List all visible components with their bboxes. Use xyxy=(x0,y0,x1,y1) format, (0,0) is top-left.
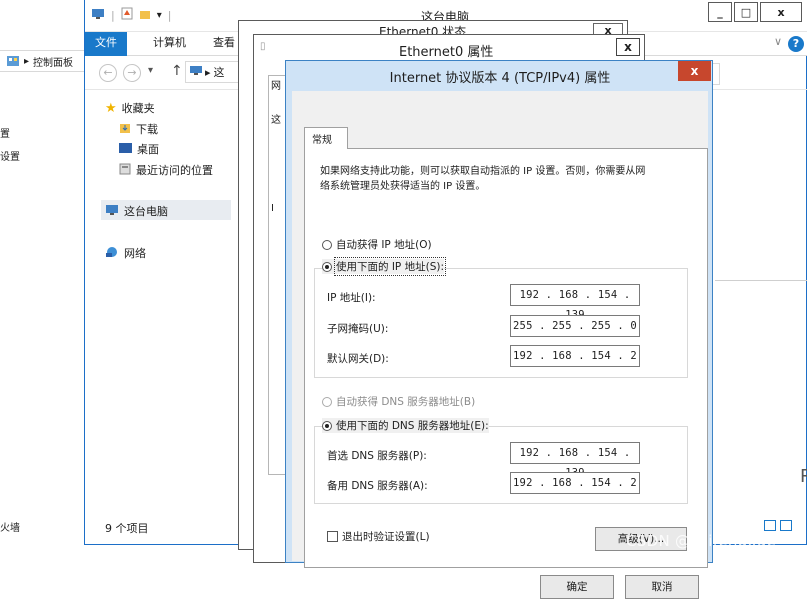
navigation-pane: ★ 收藏夹 下载 桌面 最近访问的位置 这台电脑 网络 xyxy=(85,90,235,530)
nav-item-label: 下载 xyxy=(136,123,158,136)
breadcrumb-control-panel[interactable]: 控制面板 xyxy=(33,54,73,69)
customize-toolbar-icon[interactable]: ▾ xyxy=(157,10,162,21)
nav-item-label: 桌面 xyxy=(137,143,159,156)
ipv4-dialog-client: 常规 如果网络支持此功能，则可以获取自动指派的 IP 设置。否则，你需要从网 络… xyxy=(292,91,708,599)
large-icons-view-icon[interactable] xyxy=(780,520,792,531)
use-following-dns-label: 使用下面的 DNS 服务器地址(E): xyxy=(336,420,489,432)
tab-general[interactable]: 常规 xyxy=(304,127,348,149)
description-line-1: 如果网络支持此功能，则可以获取自动指派的 IP 设置。否则，你需要从网 xyxy=(320,166,646,177)
obtain-dns-automatically-radio[interactable]: 自动获得 DNS 服务器地址(B) xyxy=(322,394,475,409)
ipv4-properties-dialog: Internet 协议版本 4 (TCP/IPv4) 属性 x 常规 如果网络支… xyxy=(285,60,713,599)
maximize-button[interactable]: □ xyxy=(734,2,758,22)
computer-icon xyxy=(91,8,105,23)
alternate-dns-label: 备用 DNS 服务器(A): xyxy=(327,480,428,492)
default-gateway-field[interactable]: 192 . 168 . 154 . 2 xyxy=(510,345,640,367)
alternate-dns-field[interactable]: 192 . 168 . 154 . 2 xyxy=(510,472,640,494)
ethernet-properties-title: Ethernet0 属性 xyxy=(399,45,494,60)
subnet-mask-label: 子网掩码(U): xyxy=(327,323,389,335)
up-button[interactable]: ↑ xyxy=(171,63,183,79)
view-switcher xyxy=(764,520,792,531)
nav-item-label: 收藏夹 xyxy=(121,102,155,115)
default-gateway-label: 默认网关(D): xyxy=(327,353,389,365)
radio-button-icon xyxy=(322,239,332,250)
computer-icon xyxy=(190,65,202,79)
recent-locations-icon[interactable]: ▾ xyxy=(148,65,153,76)
ribbon-tab-file[interactable]: 文件 xyxy=(85,32,127,56)
nav-item-favorites[interactable]: ★ 收藏夹 xyxy=(105,100,155,116)
minimize-button[interactable]: _ xyxy=(708,2,732,22)
network-icon xyxy=(105,246,119,261)
preferred-dns-label: 首选 DNS 服务器(P): xyxy=(327,450,427,462)
obtain-ip-automatically-label: 自动获得 IP 地址(O) xyxy=(336,239,432,251)
radio-button-selected-icon xyxy=(322,261,332,272)
control-panel-address-bar[interactable]: ▸ 控制面板 xyxy=(0,50,90,72)
ipv4-dialog-close-button[interactable]: x xyxy=(678,61,711,81)
watermark: CSDN @suifengxue xyxy=(626,532,776,550)
nav-item-label: 最近访问的位置 xyxy=(136,164,213,177)
close-button[interactable]: x xyxy=(760,2,802,22)
computer-icon xyxy=(105,204,119,219)
use-following-dns-radio[interactable]: 使用下面的 DNS 服务器地址(E): xyxy=(322,418,489,433)
control-panel-link-2[interactable]: 设置 xyxy=(0,148,20,163)
ip-address-field[interactable]: 192 . 168 . 154 . 139 xyxy=(510,284,640,321)
ribbon-tab-computer[interactable]: 计算机 xyxy=(143,32,196,56)
validate-on-exit-label: 退出时验证设置(L) xyxy=(342,531,430,543)
content-edge-text: R xyxy=(800,466,807,487)
nav-item-desktop[interactable]: 桌面 xyxy=(119,141,159,157)
back-button[interactable]: ← xyxy=(99,64,117,82)
adapter-icon: ▯ xyxy=(260,41,266,52)
nav-item-label: 这台电脑 xyxy=(124,205,168,218)
obtain-dns-automatically-label: 自动获得 DNS 服务器地址(B) xyxy=(336,396,476,408)
chevron-right-icon: ▸ xyxy=(24,55,30,67)
control-panel-window xyxy=(0,0,90,563)
nav-item-recent[interactable]: 最近访问的位置 xyxy=(119,162,213,178)
properties-icon[interactable] xyxy=(121,7,133,23)
nav-item-network[interactable]: 网络 xyxy=(105,245,146,261)
help-icon[interactable]: ? xyxy=(788,36,804,52)
download-folder-icon xyxy=(119,122,131,137)
quick-access-toolbar: | ▾ | xyxy=(91,7,171,23)
status-item-count: 9 个项目 xyxy=(105,522,149,535)
description-line-2: 络系统管理员处获得适当的 IP 设置。 xyxy=(320,181,486,192)
use-following-ip-radio[interactable]: 使用下面的 IP 地址(S): xyxy=(322,257,446,276)
details-view-icon[interactable] xyxy=(764,520,776,531)
subnet-mask-field[interactable]: 255 . 255 . 255 . 0 xyxy=(510,315,640,337)
explorer-window-controls: _ □ x xyxy=(708,2,802,22)
ipv4-description: 如果网络支持此功能，则可以获取自动指派的 IP 设置。否则，你需要从网 络系统管… xyxy=(320,164,690,194)
validate-on-exit-checkbox[interactable]: 退出时验证设置(L) xyxy=(327,529,430,544)
chevron-right-icon: ▸ xyxy=(205,65,211,79)
new-folder-icon[interactable] xyxy=(139,8,151,23)
radio-button-selected-icon xyxy=(322,420,332,431)
radio-button-disabled-icon xyxy=(322,396,332,407)
cancel-button[interactable]: 取消 xyxy=(625,575,699,599)
address-text: 这 xyxy=(213,66,225,79)
ok-button[interactable]: 确定 xyxy=(540,575,614,599)
properties-text: 这 xyxy=(271,115,281,126)
control-panel-icon xyxy=(6,55,20,67)
checkbox-icon xyxy=(327,531,338,542)
properties-text: I xyxy=(271,203,274,214)
star-icon: ★ xyxy=(105,100,117,116)
ip-address-label: IP 地址(I): xyxy=(327,292,376,304)
control-panel-firewall-link[interactable]: 火墙 xyxy=(0,519,20,534)
address-bar[interactable]: ▸ 这 xyxy=(185,61,245,83)
recent-places-icon xyxy=(119,163,131,178)
obtain-ip-automatically-radio[interactable]: 自动获得 IP 地址(O) xyxy=(322,237,432,252)
use-following-ip-label: 使用下面的 IP 地址(S): xyxy=(334,257,446,276)
ethernet-properties-close-button[interactable]: x xyxy=(616,38,640,56)
desktop-icon xyxy=(119,142,132,156)
forward-button[interactable]: → xyxy=(123,64,141,82)
ribbon-expand-icon[interactable]: ∨ xyxy=(774,35,782,48)
preferred-dns-field[interactable]: 192 . 168 . 154 . 139 xyxy=(510,442,640,479)
ipv4-dialog-title: Internet 协议版本 4 (TCP/IPv4) 属性 xyxy=(389,71,611,86)
nav-item-downloads[interactable]: 下载 xyxy=(119,121,158,137)
properties-tab-label[interactable]: 网 xyxy=(271,77,281,92)
content-divider xyxy=(715,280,807,281)
control-panel-link-1[interactable]: 置 xyxy=(0,125,10,140)
nav-item-this-pc[interactable]: 这台电脑 xyxy=(105,203,168,219)
nav-item-label: 网络 xyxy=(124,247,146,260)
